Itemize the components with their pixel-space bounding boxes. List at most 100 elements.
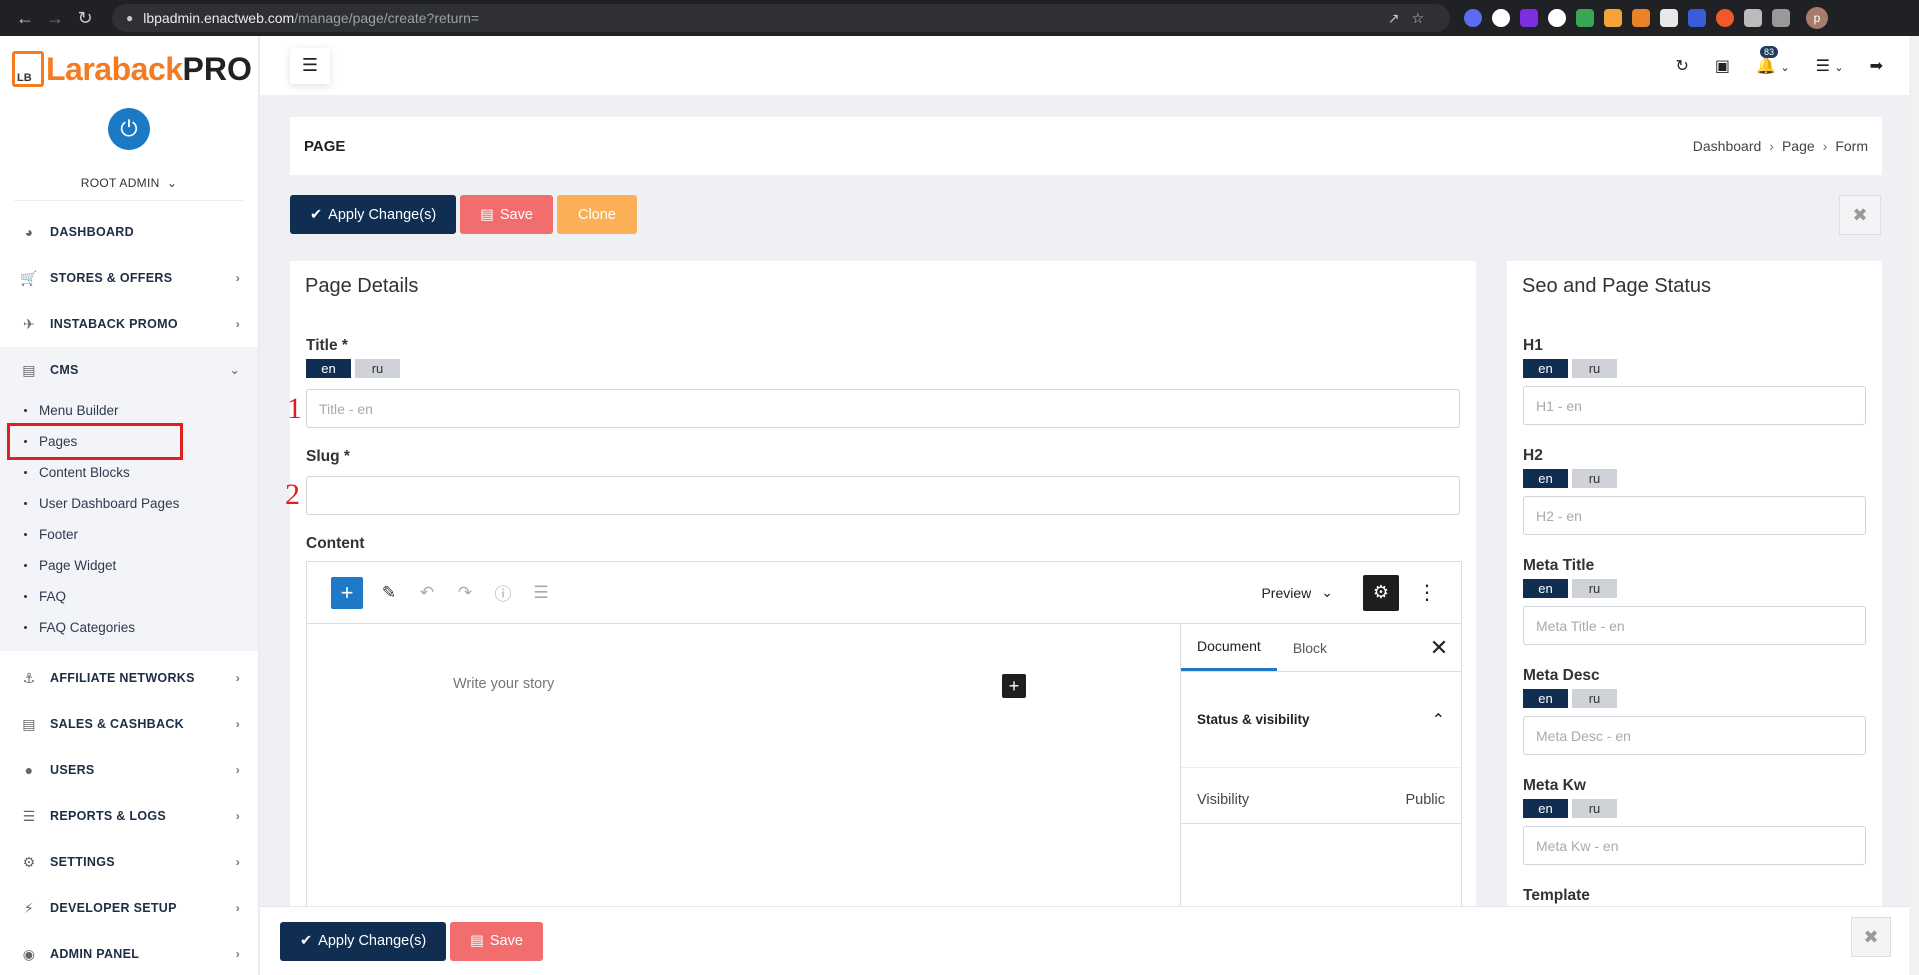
apply-changes-button[interactable]: ✔ Apply Change(s)	[290, 195, 457, 234]
lang-tab-ru[interactable]: ru	[1572, 689, 1617, 708]
page-details-title: Page Details	[305, 275, 419, 297]
sync-icon[interactable]: ↻	[1675, 56, 1688, 76]
profile-avatar[interactable]: p	[1806, 7, 1828, 29]
editor-canvas[interactable]: Write your story +	[307, 624, 1180, 906]
lang-tab-en[interactable]: en	[1523, 579, 1568, 598]
back-icon[interactable]: ←	[10, 8, 40, 29]
sidebar-item-developer[interactable]: ⚡ DEVELOPER SETUP ›	[0, 885, 258, 931]
submenu-item-pages[interactable]: Pages	[7, 423, 183, 460]
extension-icon[interactable]	[1576, 9, 1594, 27]
close-icon[interactable]: ✖	[1839, 195, 1881, 235]
submenu-item-content-blocks[interactable]: Content Blocks	[0, 457, 258, 488]
sidebar: LarabackPRO ⏻ ROOT ADMIN ⌄ ◕ DASHBOARD 🛒 S…	[0, 36, 259, 975]
sidebar-item-settings[interactable]: ⚙ SETTINGS ›	[0, 839, 258, 885]
extension-icon[interactable]	[1632, 9, 1650, 27]
outline-icon[interactable]: ☰	[529, 583, 553, 603]
sidebar-item-affiliate[interactable]: ⚓ AFFILIATE NETWORKS ›	[0, 655, 258, 701]
inline-add-block-icon[interactable]: +	[1002, 674, 1026, 698]
lang-tab-ru[interactable]: ru	[1572, 799, 1617, 818]
slug-input[interactable]	[306, 476, 1460, 515]
user-menu[interactable]: ROOT ADMIN ⌄	[14, 150, 244, 200]
editor-placeholder[interactable]: Write your story	[453, 676, 554, 692]
sidebar-item-instaback[interactable]: ✈ INSTABACK PROMO ›	[0, 301, 258, 347]
close-panel-icon[interactable]: ✕	[1417, 624, 1461, 671]
extension-icon[interactable]	[1604, 9, 1622, 27]
cms-icon: ▤	[22, 361, 36, 378]
lang-tab-en[interactable]: en	[1523, 469, 1568, 488]
seo-field-input[interactable]: Meta Desc - en	[1523, 716, 1866, 755]
tab-block[interactable]: Block	[1277, 624, 1343, 671]
lang-tab-en[interactable]: en	[1523, 689, 1568, 708]
extension-icon[interactable]	[1520, 9, 1538, 27]
sidebar-item-cms[interactable]: ▤ CMS ⌄	[0, 347, 258, 393]
redo-icon[interactable]: ↷	[453, 583, 477, 603]
extension-icon[interactable]	[1716, 9, 1734, 27]
seo-field-input[interactable]: Meta Title - en	[1523, 606, 1866, 645]
page-header: PAGE Dashboard › Page › Form	[290, 117, 1882, 175]
submenu-item-footer[interactable]: Footer	[0, 519, 258, 550]
bottom-save-button[interactable]: ▤ Save	[450, 921, 543, 961]
visibility-row[interactable]: Visibility Public	[1181, 776, 1461, 824]
bell-icon[interactable]: 🔔 83 ⌄	[1756, 45, 1790, 76]
extension-icon[interactable]	[1660, 9, 1678, 27]
title-lang-tabs: en ru	[306, 359, 400, 378]
sidebar-item-reports[interactable]: ☰ REPORTS & LOGS ›	[0, 793, 258, 839]
brand-logo[interactable]: LarabackPRO	[0, 36, 258, 102]
reload-icon[interactable]: ↻	[70, 8, 100, 29]
chevron-right-icon: ›	[235, 671, 240, 685]
lang-tab-en[interactable]: en	[1523, 799, 1568, 818]
hamburger-icon[interactable]: ☰	[290, 47, 330, 84]
pencil-icon[interactable]: ✎	[377, 583, 401, 603]
clone-button[interactable]: Clone	[556, 195, 637, 234]
sidebar-item-users[interactable]: ● USERS ›	[0, 747, 258, 793]
sliders-icon[interactable]: ☰ ⌄	[1816, 56, 1844, 76]
title-input[interactable]: Title - en	[306, 389, 1460, 428]
extension-icon[interactable]	[1688, 9, 1706, 27]
status-visibility-section[interactable]: Status & visibility ⌃	[1181, 672, 1461, 768]
settings-gear-icon[interactable]: ⚙	[1363, 574, 1399, 611]
more-options-icon[interactable]: ⋮	[1417, 580, 1437, 605]
submenu-item-page-widget[interactable]: Page Widget	[0, 550, 258, 581]
reading-list-icon[interactable]	[1772, 9, 1790, 27]
lang-tab-ru[interactable]: ru	[1572, 469, 1617, 488]
breadcrumb-dashboard[interactable]: Dashboard	[1693, 138, 1762, 154]
submenu-item-faq-categories[interactable]: FAQ Categories	[0, 612, 258, 643]
seo-field-input[interactable]: H2 - en	[1523, 496, 1866, 535]
bottom-close-icon[interactable]: ✖	[1851, 917, 1891, 957]
seo-field-input[interactable]: H1 - en	[1523, 386, 1866, 425]
sidebar-item-admin[interactable]: ◉ ADMIN PANEL ›	[0, 931, 258, 975]
forward-icon[interactable]: →	[40, 8, 70, 29]
save-button[interactable]: ▤ Save	[460, 195, 553, 234]
submenu-item-faq[interactable]: FAQ	[0, 581, 258, 612]
submenu-item-user-dashboard-pages[interactable]: User Dashboard Pages	[0, 488, 258, 519]
monitor-icon[interactable]: ▣	[1715, 56, 1730, 76]
tab-document[interactable]: Document	[1181, 624, 1277, 671]
lang-tab-en[interactable]: en	[1523, 359, 1568, 378]
visibility-value[interactable]: Public	[1406, 792, 1446, 808]
lang-tab-en[interactable]: en	[306, 359, 351, 378]
extension-icon[interactable]	[1548, 9, 1566, 27]
lang-tab-ru[interactable]: ru	[355, 359, 400, 378]
chevron-right-icon: ›	[235, 947, 240, 961]
seo-field-input[interactable]: Meta Kw - en	[1523, 826, 1866, 865]
sidebar-item-label: ADMIN PANEL	[50, 947, 140, 961]
logout-icon[interactable]: ➡	[1870, 56, 1883, 76]
page-scrollbar[interactable]	[1909, 36, 1919, 975]
address-bar[interactable]: ● lbpadmin.enactweb.com /manage/page/cre…	[112, 4, 1450, 32]
puzzle-icon[interactable]	[1744, 9, 1762, 27]
lang-tab-ru[interactable]: ru	[1572, 359, 1617, 378]
lang-tab-ru[interactable]: ru	[1572, 579, 1617, 598]
submenu-item-menu-builder[interactable]: Menu Builder	[0, 395, 258, 426]
undo-icon[interactable]: ↶	[415, 583, 439, 603]
extension-icon[interactable]	[1464, 9, 1482, 27]
extension-icon[interactable]	[1492, 9, 1510, 27]
info-icon[interactable]: ⓘ	[491, 580, 515, 605]
sidebar-item-stores[interactable]: 🛒 STORES & OFFERS ›	[0, 255, 258, 301]
sidebar-item-dashboard[interactable]: ◕ DASHBOARD	[0, 209, 258, 255]
preview-dropdown[interactable]: Preview ⌄	[1261, 584, 1333, 601]
bottom-apply-changes-button[interactable]: ✔ Apply Change(s)	[280, 921, 447, 961]
breadcrumb-page[interactable]: Page	[1782, 138, 1815, 154]
bookmark-icon[interactable]: ↗☆	[1388, 10, 1436, 27]
add-block-button[interactable]: +	[331, 576, 363, 609]
sidebar-item-sales[interactable]: ▤ SALES & CASHBACK ›	[0, 701, 258, 747]
